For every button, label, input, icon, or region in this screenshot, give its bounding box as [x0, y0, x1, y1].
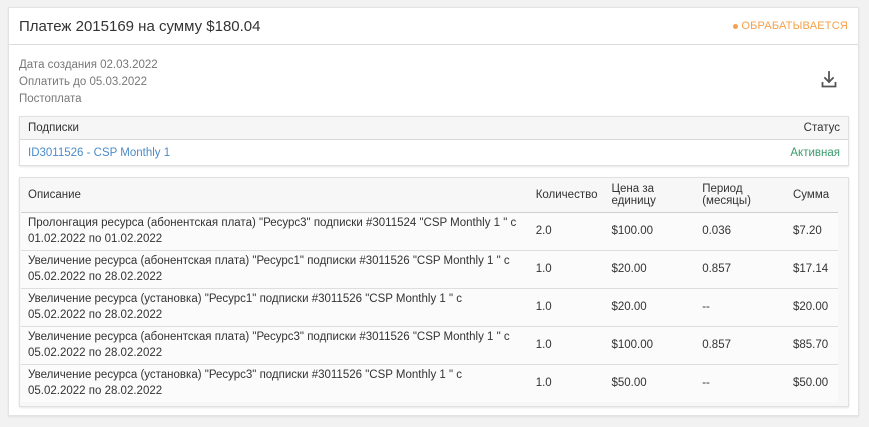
row-unit-price: $100.00	[604, 212, 696, 251]
row-total: $50.00	[785, 364, 838, 402]
status-label: ОБРАБАТЫВАЕТСЯ	[741, 20, 848, 32]
row-description: Увеличение ресурса (установка) "Ресурс3"…	[21, 364, 529, 402]
table-header-row: Описание Количество Цена за единицу Пери…	[21, 178, 838, 213]
row-total: $7.20	[785, 212, 838, 251]
payment-header: Платеж 2015169 на сумму $180.04 ОБРАБАТЫ…	[9, 8, 858, 45]
status-badge: ОБРАБАТЫВАЕТСЯ	[733, 20, 848, 32]
status-dot-icon	[733, 23, 739, 29]
table-row: Увеличение ресурса (установка) "Ресурс3"…	[21, 364, 838, 402]
row-period: --	[695, 288, 786, 327]
row-total: $85.70	[785, 326, 838, 365]
row-quantity: 1.0	[528, 288, 605, 327]
row-unit-price: $100.00	[604, 326, 696, 365]
subscriptions-header-label: Подписки	[28, 122, 79, 134]
row-description: Увеличение ресурса (абонентская плата) "…	[21, 326, 529, 365]
row-unit-price: $20.00	[604, 250, 696, 289]
col-period: Период (месяцы)	[695, 178, 786, 213]
table-row: Увеличение ресурса (абонентская плата) "…	[21, 250, 838, 289]
row-quantity: 1.0	[528, 250, 605, 289]
row-quantity: 2.0	[528, 212, 605, 251]
row-unit-price: $20.00	[604, 288, 696, 327]
row-unit-price: $50.00	[604, 364, 696, 402]
row-period: 0.857	[695, 326, 786, 365]
payment-title: Платеж 2015169 на сумму $180.04	[19, 17, 261, 35]
subscription-link[interactable]: ID3011526 - CSP Monthly 1	[28, 147, 170, 159]
payment-type: Постоплата	[19, 93, 82, 105]
subscriptions-header: Подписки Статус	[20, 117, 848, 140]
table-row: Пролонгация ресурса (абонентская плата) …	[21, 212, 838, 251]
row-period: 0.036	[695, 212, 786, 251]
row-quantity: 1.0	[528, 326, 605, 365]
col-description: Описание	[21, 178, 529, 213]
row-description: Увеличение ресурса (абонентская плата) "…	[21, 250, 529, 289]
row-period: --	[695, 364, 786, 402]
col-unit-price: Цена за единицу	[604, 178, 696, 213]
table-row: Увеличение ресурса (абонентская плата) "…	[21, 326, 838, 365]
col-total: Сумма	[785, 178, 838, 213]
created-date: Дата создания 02.03.2022	[19, 59, 158, 71]
row-total: $20.00	[785, 288, 838, 327]
payment-card: Платеж 2015169 на сумму $180.04 ОБРАБАТЫ…	[8, 7, 859, 416]
row-description: Увеличение ресурса (установка) "Ресурс1"…	[21, 288, 529, 327]
table-row: Увеличение ресурса (установка) "Ресурс1"…	[21, 288, 838, 327]
col-quantity: Количество	[528, 178, 605, 213]
pay-until-date: Оплатить до 05.03.2022	[19, 76, 148, 88]
row-quantity: 1.0	[528, 364, 605, 402]
items-panel: Описание Количество Цена за единицу Пери…	[19, 177, 849, 407]
row-total: $17.14	[785, 250, 838, 289]
row-period: 0.857	[695, 250, 786, 289]
items-table: Описание Количество Цена за единицу Пери…	[21, 178, 838, 402]
subscription-status: Активная	[790, 147, 840, 159]
payment-meta: Дата создания 02.03.2022 Оплатить до 05.…	[19, 57, 158, 108]
subscription-row: ID3011526 - CSP Monthly 1 Активная	[20, 140, 848, 166]
subscriptions-status-header: Статус	[803, 122, 840, 134]
row-description: Пролонгация ресурса (абонентская плата) …	[21, 212, 529, 251]
download-icon[interactable]	[821, 71, 837, 88]
subscriptions-panel: Подписки Статус ID3011526 - CSP Monthly …	[19, 116, 849, 166]
